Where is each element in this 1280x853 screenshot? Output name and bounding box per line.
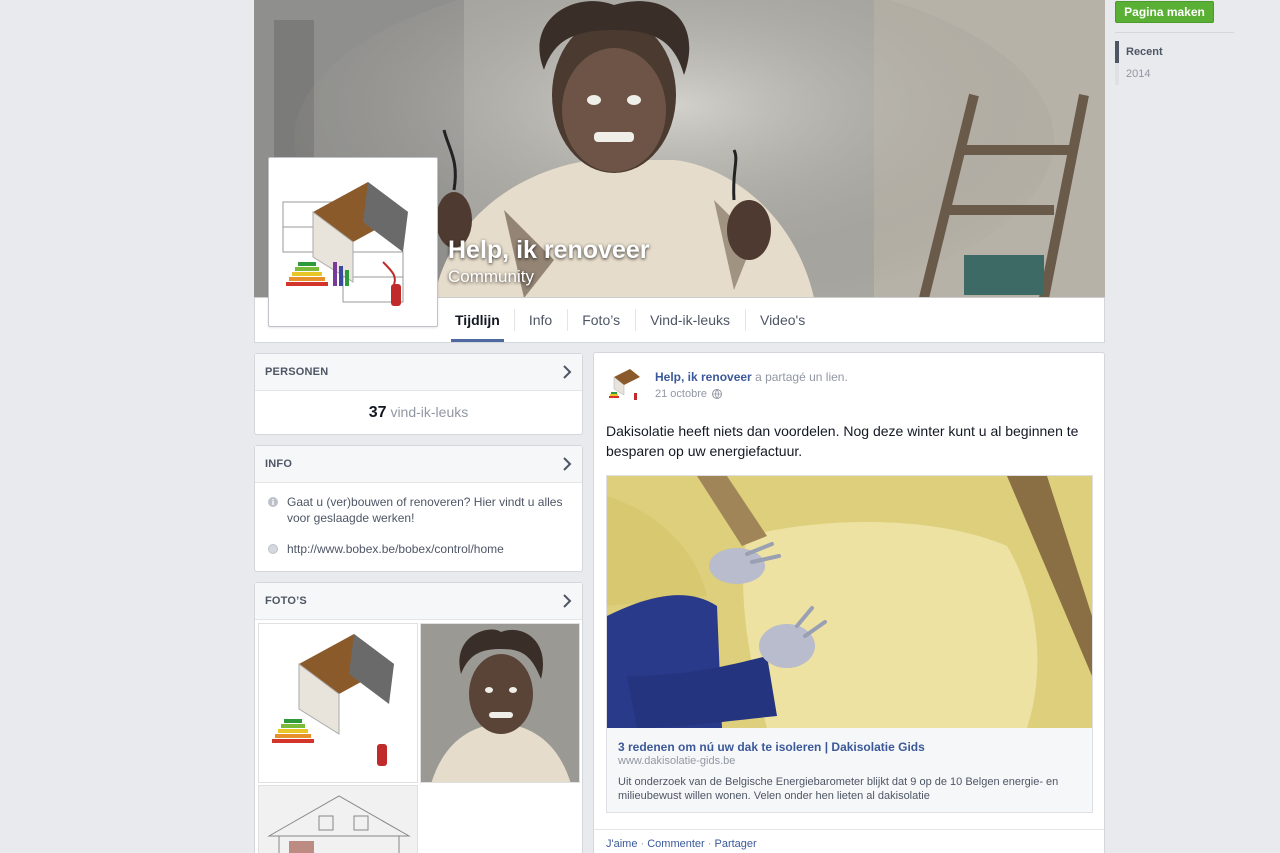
persons-heading: PERSONEN bbox=[265, 366, 329, 378]
roof-insulation-image bbox=[607, 476, 1092, 728]
photos-header[interactable]: FOTO’S bbox=[255, 583, 582, 620]
photos-heading: FOTO’S bbox=[265, 595, 307, 607]
tab-tijdlijn[interactable]: Tijdlijn bbox=[451, 298, 504, 342]
like-link[interactable]: J'aime bbox=[606, 838, 637, 850]
burnt-man-thumbnail bbox=[421, 624, 579, 782]
house-sketch-thumbnail bbox=[259, 786, 417, 853]
photo-thumbnail-sketch[interactable] bbox=[258, 785, 418, 853]
link-preview[interactable]: 3 redenen om nú uw dak te isoleren | Dak… bbox=[606, 475, 1093, 813]
globe-icon bbox=[268, 544, 278, 554]
link-title[interactable]: 3 redenen om nú uw dak te isoleren | Dak… bbox=[618, 740, 925, 754]
post-action-text: a partagé un lien. bbox=[755, 370, 848, 384]
separator: · bbox=[637, 838, 648, 850]
tab-list: Tijdlijn Info Foto’s Vind-ik-leuks Video… bbox=[451, 298, 820, 342]
post-message: Dakisolatie heeft niets dan voordelen. N… bbox=[606, 423, 1079, 459]
info-card: INFO Gaat u (ver)bouwen of renoveren? Hi… bbox=[254, 445, 583, 572]
chevron-right-icon bbox=[563, 594, 572, 608]
likes-count: 37 bbox=[368, 404, 387, 421]
info-header[interactable]: INFO bbox=[255, 446, 582, 483]
rail-divider bbox=[1115, 32, 1234, 33]
post-actions: J'aime · Commenter · Partager bbox=[594, 829, 1104, 853]
house-energy-label-image bbox=[273, 162, 433, 322]
link-description: Uit onderzoek van de Belgische Energieba… bbox=[618, 776, 1059, 802]
photo-thumbnail-house[interactable] bbox=[258, 623, 418, 783]
post-date-link[interactable]: 21 octobre bbox=[655, 388, 707, 400]
comment-link[interactable]: Commenter bbox=[647, 838, 704, 850]
persons-header[interactable]: PERSONEN bbox=[255, 354, 582, 391]
house-energy-thumbnail bbox=[259, 624, 417, 782]
persons-card: PERSONEN 37 vind-ik-leuks bbox=[254, 353, 583, 435]
tab-info[interactable]: Info bbox=[513, 298, 567, 342]
likes-summary[interactable]: 37 vind-ik-leuks bbox=[255, 391, 582, 422]
page-avatar-image bbox=[606, 365, 646, 405]
page-title[interactable]: Help, ik renoveer bbox=[448, 236, 649, 265]
photo-thumbnail-man[interactable] bbox=[420, 623, 580, 783]
info-about-row: Gaat u (ver)bouwen of renoveren? Hier vi… bbox=[255, 494, 582, 526]
profile-picture[interactable] bbox=[268, 157, 438, 327]
scrubber-2014[interactable]: 2014 bbox=[1115, 63, 1163, 85]
chevron-right-icon bbox=[563, 365, 572, 379]
info-circle-icon bbox=[268, 497, 278, 507]
share-link[interactable]: Partager bbox=[714, 838, 756, 850]
create-page-button[interactable]: Pagina maken bbox=[1115, 1, 1214, 23]
photos-card: FOTO’S bbox=[254, 582, 583, 853]
tab-fotos[interactable]: Foto’s bbox=[567, 298, 635, 342]
info-heading: INFO bbox=[265, 458, 293, 470]
post-avatar[interactable] bbox=[606, 365, 646, 405]
tab-vind-ik-leuks[interactable]: Vind-ik-leuks bbox=[635, 298, 745, 342]
likes-label: vind-ik-leuks bbox=[390, 404, 469, 420]
timeline-scrubber: Recent 2014 bbox=[1115, 41, 1163, 85]
tab-videos[interactable]: Video's bbox=[744, 298, 820, 342]
timeline-post: Help, ik renoveer a partagé un lien. 21 … bbox=[593, 352, 1105, 853]
info-about-text: Gaat u (ver)bouwen of renoveren? Hier vi… bbox=[287, 495, 563, 525]
globe-icon[interactable] bbox=[711, 389, 722, 399]
info-website-row: http://www.bobex.be/bobex/control/home bbox=[255, 541, 582, 557]
page-category: Community bbox=[448, 267, 534, 286]
post-timestamp: 21 octobre bbox=[655, 388, 722, 400]
post-header: Help, ik renoveer a partagé un lien. bbox=[655, 370, 848, 384]
post-author-link[interactable]: Help, ik renoveer bbox=[655, 370, 752, 384]
info-website-link[interactable]: http://www.bobex.be/bobex/control/home bbox=[287, 541, 504, 557]
scrubber-recent[interactable]: Recent bbox=[1115, 41, 1163, 63]
chevron-right-icon bbox=[563, 457, 572, 471]
link-domain: www.dakisolatie-gids.be bbox=[618, 755, 736, 767]
link-preview-image[interactable] bbox=[607, 476, 1092, 728]
